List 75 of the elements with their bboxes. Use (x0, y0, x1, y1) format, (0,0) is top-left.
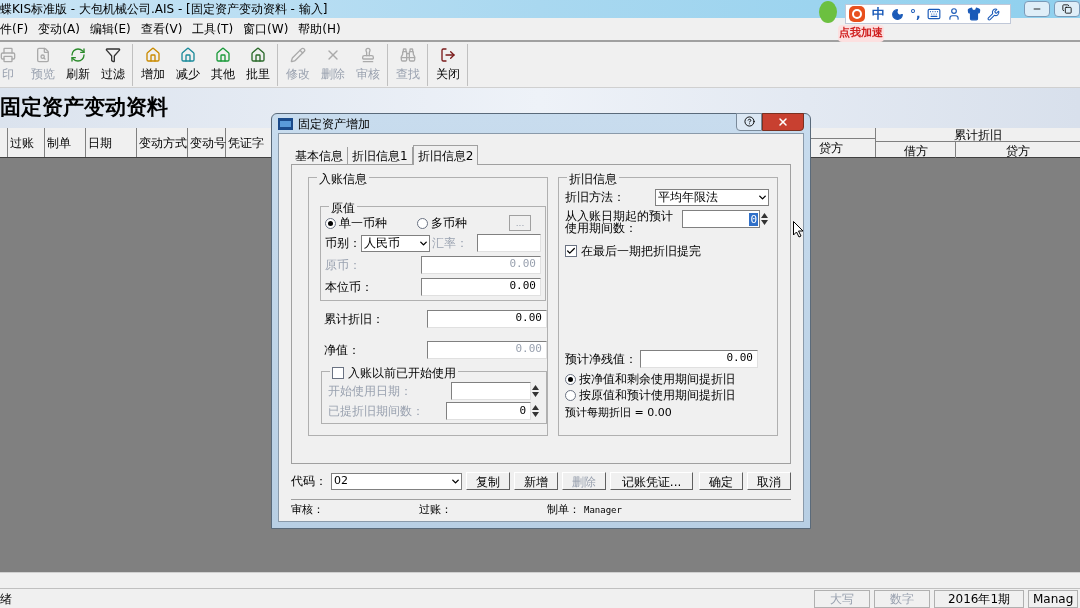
checkbox-label: 在最后一期把折旧提完 (581, 243, 701, 260)
field-label: 制单： (547, 502, 580, 519)
input-field[interactable]: 0.00 (421, 277, 541, 296)
menu-item[interactable]: 编辑(E) (89, 20, 131, 38)
toolbar-button[interactable]: 其他 (205, 44, 240, 85)
code-dropdown[interactable]: 02 (331, 472, 463, 490)
field-label: 审核： (291, 502, 324, 519)
field-label: 折旧方法： (565, 189, 625, 206)
ime-mode[interactable]: 中 (872, 4, 885, 24)
dialog-button[interactable]: 取消 (747, 472, 791, 490)
group-title: 折旧信息 (569, 171, 617, 188)
status-pane: 数字 (874, 589, 930, 608)
field-label: 过账： (419, 502, 452, 519)
tab[interactable]: 基本信息 (291, 147, 348, 164)
field-label: 从入账日期起的预计使用期间数： (565, 210, 674, 234)
field-label: 本位币： (325, 278, 373, 296)
status-pane: 2016年1期 (934, 589, 1024, 608)
toolbar-button[interactable]: 过滤 (95, 44, 130, 85)
toolbar-button[interactable]: 批里 (240, 44, 275, 85)
toolbar-button[interactable]: 刷新 (60, 44, 95, 85)
column-header: 贷方 (817, 140, 844, 157)
field-label: 代码： (291, 473, 327, 490)
menu-item[interactable]: 工具(T) (192, 20, 234, 38)
currency-dropdown[interactable]: 人民币 (361, 234, 430, 252)
field-label: 汇率： (432, 235, 469, 252)
field-label: 预计净残值： (565, 350, 637, 368)
input-field[interactable]: 0 (446, 402, 531, 420)
menu-item[interactable]: 件(F) (0, 20, 29, 38)
ime-promo-badge[interactable]: 点我加速 (838, 25, 884, 42)
window-title: 蝶KIS标准版 - 大包机械公司.AIS - [固定资产变动资料 - 输入] (0, 1, 328, 18)
checkbox-label: 入账以前已开始使用 (348, 365, 456, 382)
input-field[interactable]: 0 (682, 210, 760, 228)
field-label: 累计折旧： (324, 310, 384, 328)
input-field[interactable]: 0.00 (640, 349, 758, 368)
dialog-button[interactable]: 记账凭证... (609, 472, 694, 490)
group-title: 入账信息 (319, 171, 367, 188)
ime-punctuation[interactable]: °, (910, 5, 921, 23)
radio-label: 按净值和剩余使用期间提折旧 (579, 371, 735, 388)
group-title: 原值 (331, 200, 355, 217)
toolbar-button[interactable]: 减少 (170, 44, 205, 85)
menu-item[interactable]: 变动(A) (38, 20, 80, 38)
menu-item[interactable]: 查看(V) (140, 20, 183, 38)
radio-label: 按原值和预计使用期间提折旧 (579, 387, 735, 404)
field-label: 净值： (324, 341, 360, 359)
tab[interactable]: 折旧信息1 (348, 147, 413, 164)
menu-item[interactable]: 窗口(W) (243, 20, 289, 38)
column-header: 累计折旧 (876, 128, 1080, 142)
column-header: 制单 (45, 128, 86, 157)
page-heading: 固定资产变动资料 (0, 94, 168, 122)
field-value: Manager (584, 503, 622, 517)
dialog-button[interactable]: 确定 (699, 472, 744, 490)
toolbar-button[interactable]: 增加 (135, 44, 170, 85)
dialog-title: 固定资产增加 (298, 115, 370, 133)
column-header: 变动方式 (137, 128, 188, 157)
toolbar-button[interactable]: 关闭 (430, 44, 465, 85)
tab[interactable]: 折旧信息2 (412, 145, 479, 165)
menu-item[interactable]: 帮助(H) (298, 20, 341, 38)
column-header: 变动号 (188, 128, 226, 157)
column-header: 过账 (8, 128, 45, 157)
dialog-button[interactable]: 复制 (466, 472, 511, 490)
field-label: 已提折旧期间数： (328, 403, 424, 420)
column-header: 日期 (86, 128, 137, 157)
field-label: 币别： (325, 235, 361, 252)
status-pane: Manag (1028, 589, 1078, 608)
radio-label: 单一币种 (339, 215, 387, 232)
method-dropdown[interactable]: 平均年限法 (655, 188, 769, 206)
status-pane: 大写 (814, 589, 870, 608)
status-message: 绪 (0, 590, 13, 608)
column-header: 贷方 (1005, 143, 1031, 160)
field-label: 原币： (325, 256, 361, 274)
estimate-text: 预计每期折旧 = 0.00 (565, 404, 673, 421)
radio-label: 多币种 (431, 215, 467, 232)
dialog-button[interactable]: 新增 (514, 472, 558, 490)
field-label: 开始使用日期： (328, 383, 412, 400)
input-field[interactable]: 0.00 (427, 309, 547, 328)
